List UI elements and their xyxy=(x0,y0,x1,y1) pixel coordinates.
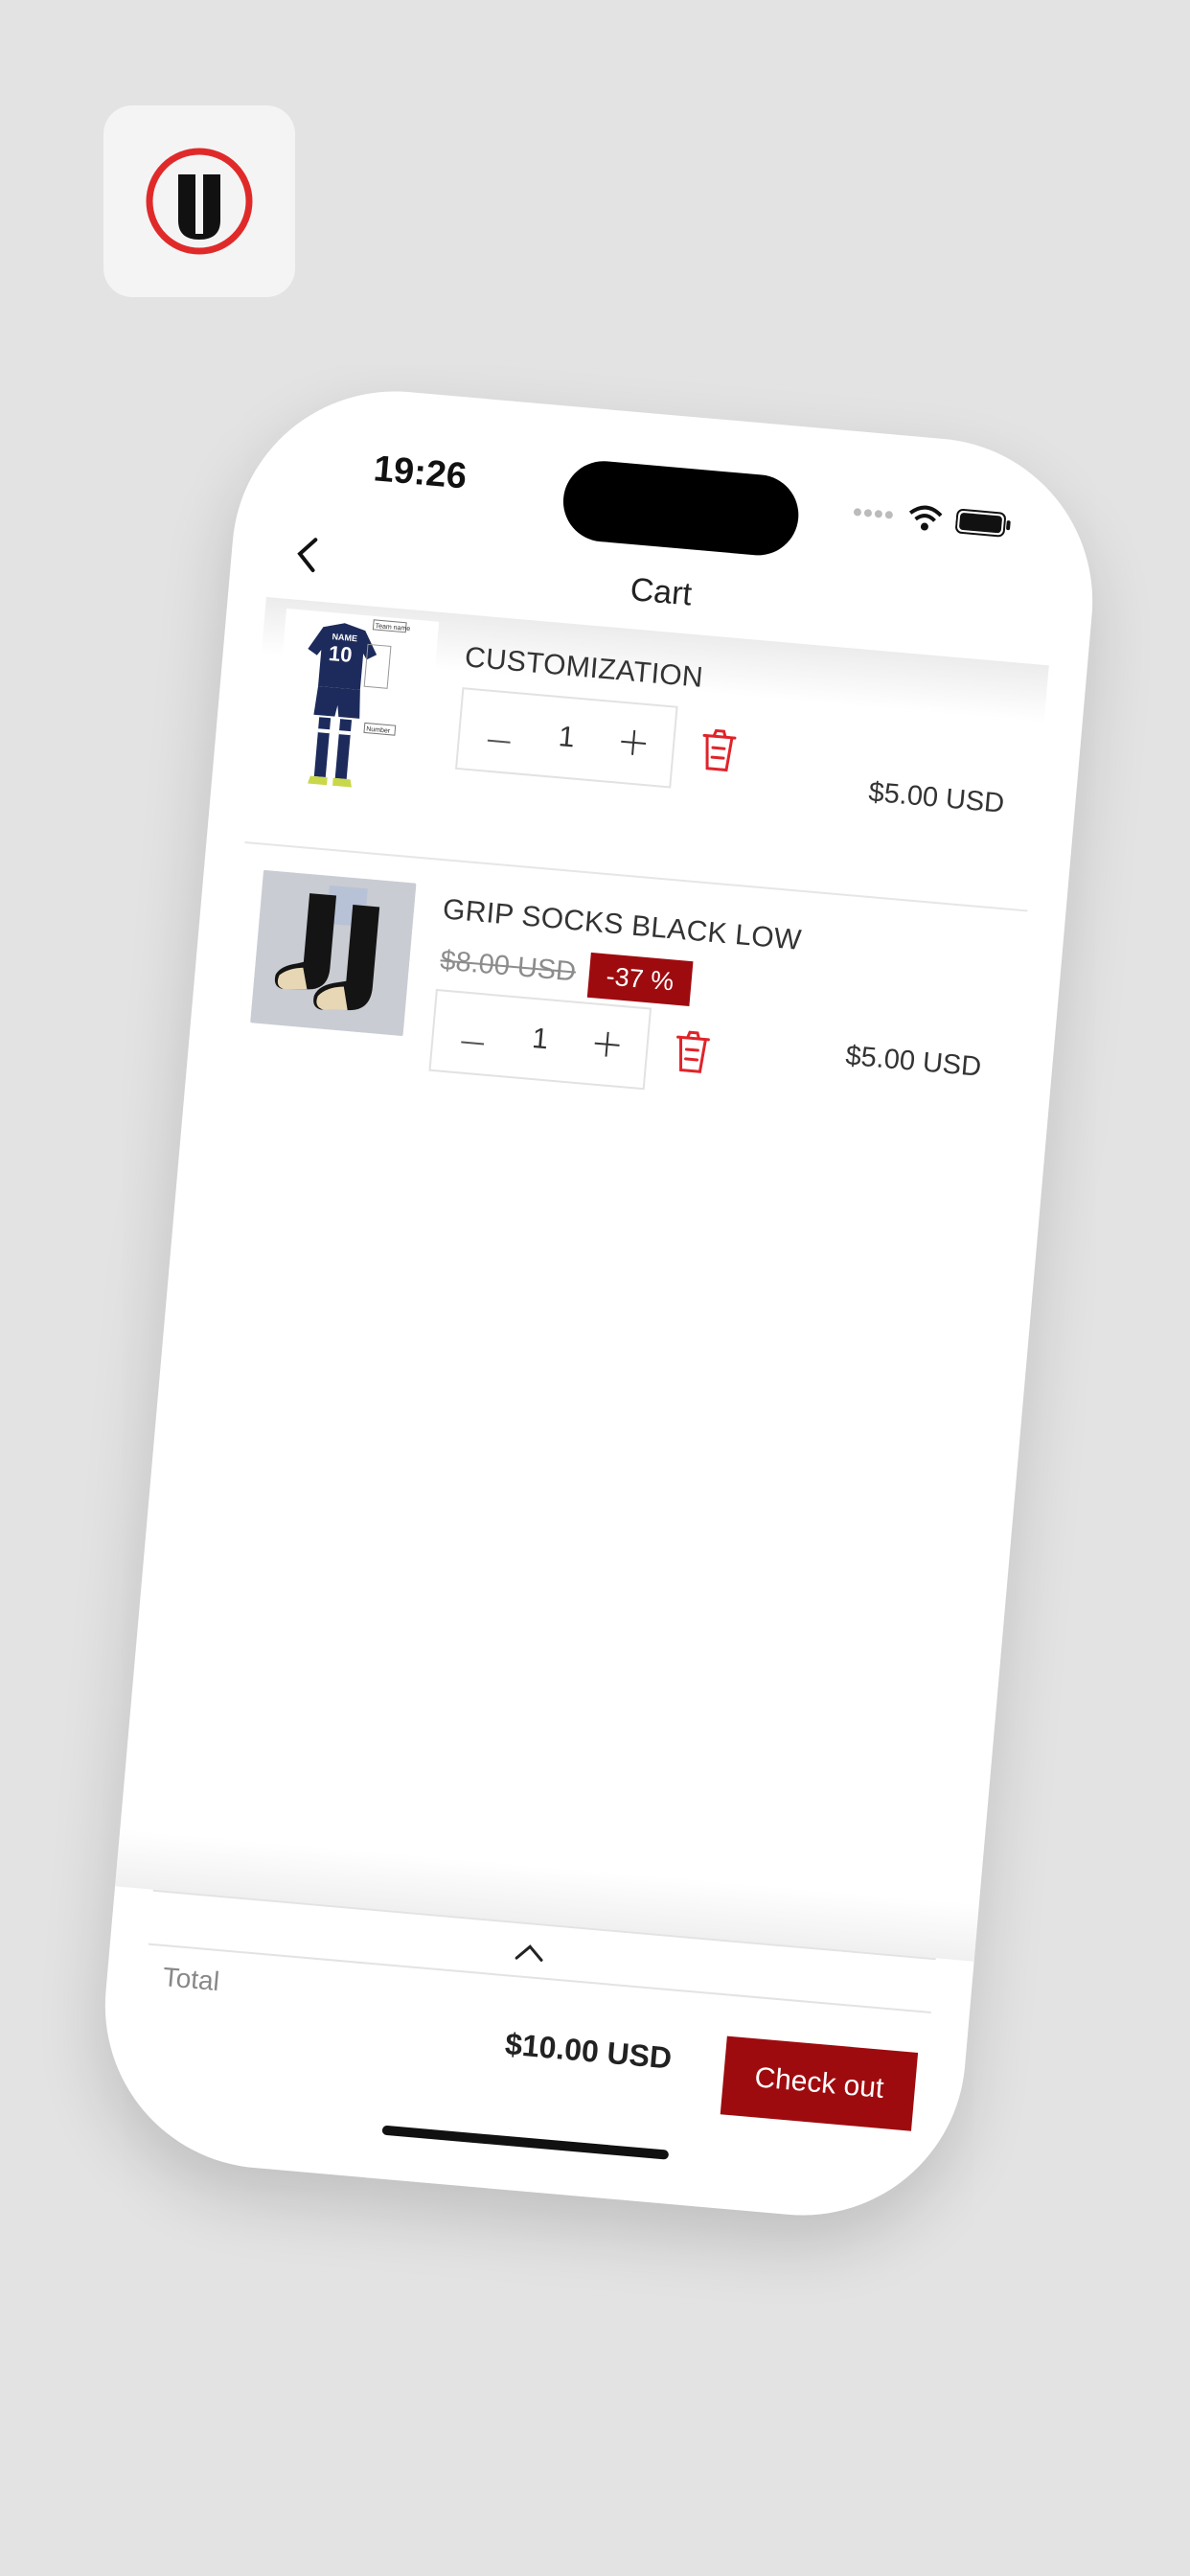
checkout-button[interactable]: Check out xyxy=(720,2036,919,2131)
signal-icon xyxy=(853,508,893,519)
product-name: CUSTOMIZATION xyxy=(463,641,705,694)
quantity-stepper: 1 xyxy=(428,988,652,1091)
remove-item-button[interactable] xyxy=(671,1029,713,1074)
brand-logo-icon xyxy=(146,148,253,255)
total-label: Total xyxy=(161,1962,221,1997)
discount-badge: -37 % xyxy=(586,952,694,1007)
increment-button[interactable] xyxy=(615,722,652,766)
quantity-value: 1 xyxy=(531,1022,550,1056)
cart-item-grip-socks: GRIP SOCKS BLACK LOW $8.00 USD -37 % 1 $… xyxy=(224,868,1025,1147)
minus-icon xyxy=(461,1040,485,1046)
status-icons xyxy=(852,498,1013,539)
quantity-stepper: 1 xyxy=(454,687,678,789)
chevron-up-icon xyxy=(515,1944,543,1962)
dynamic-island xyxy=(560,457,802,559)
plus-icon xyxy=(594,1031,620,1057)
decrement-button[interactable] xyxy=(455,1012,492,1056)
product-name: GRIP SOCKS BLACK LOW xyxy=(441,893,803,956)
quantity-value: 1 xyxy=(557,721,577,754)
expand-summary-button[interactable] xyxy=(513,1941,547,1965)
minus-icon xyxy=(487,739,511,744)
home-indicator xyxy=(381,2125,670,2160)
trash-icon xyxy=(702,728,737,772)
product-image-customization: Team name NAME 10 Number xyxy=(269,608,440,814)
wifi-icon xyxy=(908,505,943,531)
status-time: 19:26 xyxy=(372,448,469,497)
remove-item-button[interactable] xyxy=(698,727,740,772)
original-price: $8.00 USD xyxy=(439,945,578,988)
product-image-socks xyxy=(250,869,417,1037)
phone-frame: 19:26 Cart Team name NAME 10 Number CUST… xyxy=(91,378,1107,2229)
trash-icon xyxy=(676,1030,710,1073)
socks-photo xyxy=(250,869,417,1037)
plus-icon xyxy=(621,729,647,755)
line-price: $5.00 USD xyxy=(844,1040,983,1083)
app-logo xyxy=(103,105,295,297)
line-price: $5.00 USD xyxy=(867,776,1006,819)
shirt-number-label: 10 xyxy=(328,641,354,667)
decrement-button[interactable] xyxy=(482,710,518,754)
footer-shadow xyxy=(115,1828,979,1962)
battery-icon xyxy=(955,508,1011,538)
increment-button[interactable] xyxy=(589,1024,626,1068)
total-value: $10.00 USD xyxy=(503,2026,674,2076)
